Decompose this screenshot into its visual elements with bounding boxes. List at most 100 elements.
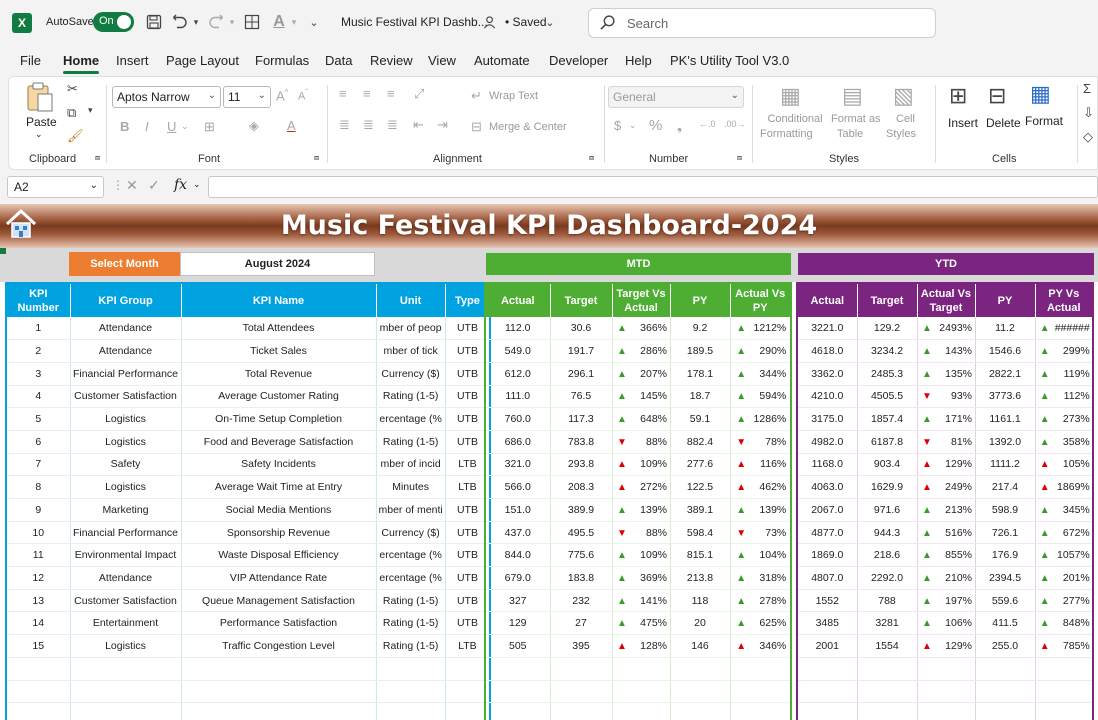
mtd-py-cell[interactable]: 213.8 (670, 566, 731, 590)
ytd-py-vs-actual-cell[interactable]: ▲ 1869% (1035, 475, 1094, 499)
kpi-number-cell[interactable]: 9 (6, 498, 71, 522)
unit-cell[interactable]: mber of incid (376, 453, 446, 477)
ytd-target-cell[interactable]: 1629.9 (857, 475, 918, 499)
kpi-name-cell[interactable]: Total Attendees (181, 317, 377, 341)
search-box[interactable]: Search (588, 8, 936, 38)
insert-cells-label[interactable]: Insert (948, 116, 978, 130)
ytd-actual-vs-target-cell[interactable]: ▲ 143% (917, 339, 976, 363)
kpi-number-cell[interactable]: 11 (6, 543, 71, 568)
ytd-py-cell[interactable]: 1161.1 (975, 407, 1036, 431)
mtd-target-cell[interactable]: 208.3 (550, 475, 613, 499)
ytd-actual-vs-target-cell[interactable]: ▲ 516% (917, 521, 976, 545)
comma-style-icon[interactable]: ❟ (677, 118, 682, 134)
kpi-name-cell[interactable]: VIP Attendance Rate (181, 566, 377, 590)
mtd-py-cell[interactable]: 598.4 (670, 521, 731, 545)
ytd-actual-cell[interactable]: 4063.0 (797, 475, 858, 499)
kpi-name-cell[interactable]: Queue Management Satisfaction (181, 589, 377, 613)
delete-cells-icon[interactable]: ⊟ (988, 83, 1006, 109)
empty-cell[interactable] (1035, 657, 1094, 681)
mtd-actual-vs-py-cell[interactable]: ▲ 318% (730, 566, 792, 590)
ytd-actual-cell[interactable]: 4618.0 (797, 339, 858, 363)
ytd-py-vs-actual-cell[interactable]: ▲ ###### (1035, 317, 1094, 341)
kpi-header-3[interactable]: Unit (376, 283, 446, 317)
menu-help[interactable]: Help (625, 53, 652, 68)
conditional-formatting-label-2[interactable]: Formatting (760, 128, 813, 140)
kpi-number-cell[interactable]: 4 (6, 385, 71, 409)
increase-indent-icon[interactable]: ⇥ (437, 117, 448, 133)
share-person-icon[interactable] (482, 12, 498, 32)
customize-toolbar-icon[interactable]: ⌄ (308, 12, 320, 32)
empty-cell[interactable] (857, 657, 918, 681)
format-as-table-label-1[interactable]: Format as (831, 113, 881, 125)
ytd-py-vs-actual-cell[interactable]: ▲ 345% (1035, 498, 1094, 522)
kpi-header-0[interactable]: KPI Number (6, 283, 71, 317)
kpi-name-cell[interactable]: Traffic Congestion Level (181, 634, 377, 658)
ytd-target-cell[interactable]: 944.3 (857, 521, 918, 545)
mtd-target-cell[interactable]: 27 (550, 611, 613, 636)
unit-cell[interactable]: ercentage (% (376, 543, 446, 568)
menu-developer[interactable]: Developer (549, 53, 608, 68)
kpi-group-cell[interactable]: Marketing (70, 498, 182, 522)
ytd-target-cell[interactable]: 903.4 (857, 453, 918, 477)
mtd-target-vs-actual-cell[interactable]: ▲ 109% (612, 543, 671, 568)
ytd-actual-vs-target-cell[interactable]: ▲ 197% (917, 589, 976, 613)
saved-dropdown-icon[interactable]: ⌄ (544, 12, 556, 32)
empty-cell[interactable] (550, 680, 613, 704)
document-title[interactable]: Music Festival KPI Dashb... (341, 15, 488, 29)
empty-cell[interactable] (730, 657, 792, 681)
unit-cell[interactable]: ercentage (% (376, 566, 446, 590)
unit-cell[interactable]: ercentage (% (376, 407, 446, 431)
ytd-header-3[interactable]: PY (975, 283, 1036, 317)
mtd-target-vs-actual-cell[interactable]: ▲ 109% (612, 453, 671, 477)
ytd-actual-cell[interactable]: 3362.0 (797, 362, 858, 386)
kpi-name-cell[interactable]: Sponsorship Revenue (181, 521, 377, 545)
unit-cell[interactable]: mber of peop (376, 317, 446, 341)
ytd-actual-vs-target-cell[interactable]: ▼ 81% (917, 430, 976, 454)
empty-cell[interactable] (975, 702, 1036, 720)
mtd-actual-cell[interactable]: 679.0 (485, 566, 551, 590)
mtd-actual-cell[interactable]: 686.0 (485, 430, 551, 454)
align-top-icon[interactable]: ≡ (339, 86, 347, 101)
ytd-py-cell[interactable]: 2822.1 (975, 362, 1036, 386)
ytd-actual-cell[interactable]: 2067.0 (797, 498, 858, 522)
underline-icon[interactable]: U (167, 119, 176, 134)
mtd-actual-vs-py-cell[interactable]: ▲ 346% (730, 634, 792, 658)
empty-cell[interactable] (797, 657, 858, 681)
kpi-header-1[interactable]: KPI Group (70, 283, 182, 317)
mtd-target-cell[interactable]: 296.1 (550, 362, 613, 386)
mtd-py-cell[interactable]: 189.5 (670, 339, 731, 363)
mtd-actual-cell[interactable]: 111.0 (485, 385, 551, 409)
ytd-actual-cell[interactable]: 3485 (797, 611, 858, 636)
mtd-actual-cell[interactable]: 112.0 (485, 317, 551, 341)
mtd-actual-cell[interactable]: 549.0 (485, 339, 551, 363)
kpi-group-cell[interactable]: Attendance (70, 339, 182, 363)
enter-icon[interactable]: ✓ (148, 177, 160, 194)
empty-cell[interactable] (70, 702, 182, 720)
empty-cell[interactable] (670, 657, 731, 681)
unit-cell[interactable]: Currency ($) (376, 521, 446, 545)
number-format-select[interactable]: General ⌄ (608, 86, 744, 108)
ytd-py-cell[interactable]: 255.0 (975, 634, 1036, 658)
font-color-ribbon-icon[interactable]: A (287, 118, 296, 133)
empty-cell[interactable] (376, 680, 446, 704)
kpi-name-cell[interactable]: On-Time Setup Completion (181, 407, 377, 431)
mtd-actual-vs-py-cell[interactable]: ▲ 625% (730, 611, 792, 636)
unit-cell[interactable]: mber of tick (376, 339, 446, 363)
kpi-group-cell[interactable]: Logistics (70, 634, 182, 658)
font-launcher-icon[interactable]: ⧈ (314, 153, 319, 163)
menu-home[interactable]: Home (63, 53, 99, 68)
unit-cell[interactable]: mber of menti (376, 498, 446, 522)
kpi-group-cell[interactable]: Financial Performance (70, 521, 182, 545)
conditional-formatting-icon[interactable]: ▦ (780, 83, 801, 109)
menu-insert[interactable]: Insert (116, 53, 149, 68)
kpi-group-cell[interactable]: Logistics (70, 407, 182, 431)
format-as-table-icon[interactable]: ▤ (842, 83, 863, 109)
ytd-py-vs-actual-cell[interactable]: ▲ 273% (1035, 407, 1094, 431)
kpi-group-cell[interactable]: Logistics (70, 475, 182, 499)
font-name-select[interactable]: Aptos Narrow ⌄ (112, 86, 221, 108)
empty-cell[interactable] (181, 680, 377, 704)
mtd-target-vs-actual-cell[interactable]: ▲ 128% (612, 634, 671, 658)
currency-icon[interactable]: $ (614, 118, 621, 133)
mtd-target-cell[interactable]: 191.7 (550, 339, 613, 363)
mtd-actual-cell[interactable]: 327 (485, 589, 551, 613)
